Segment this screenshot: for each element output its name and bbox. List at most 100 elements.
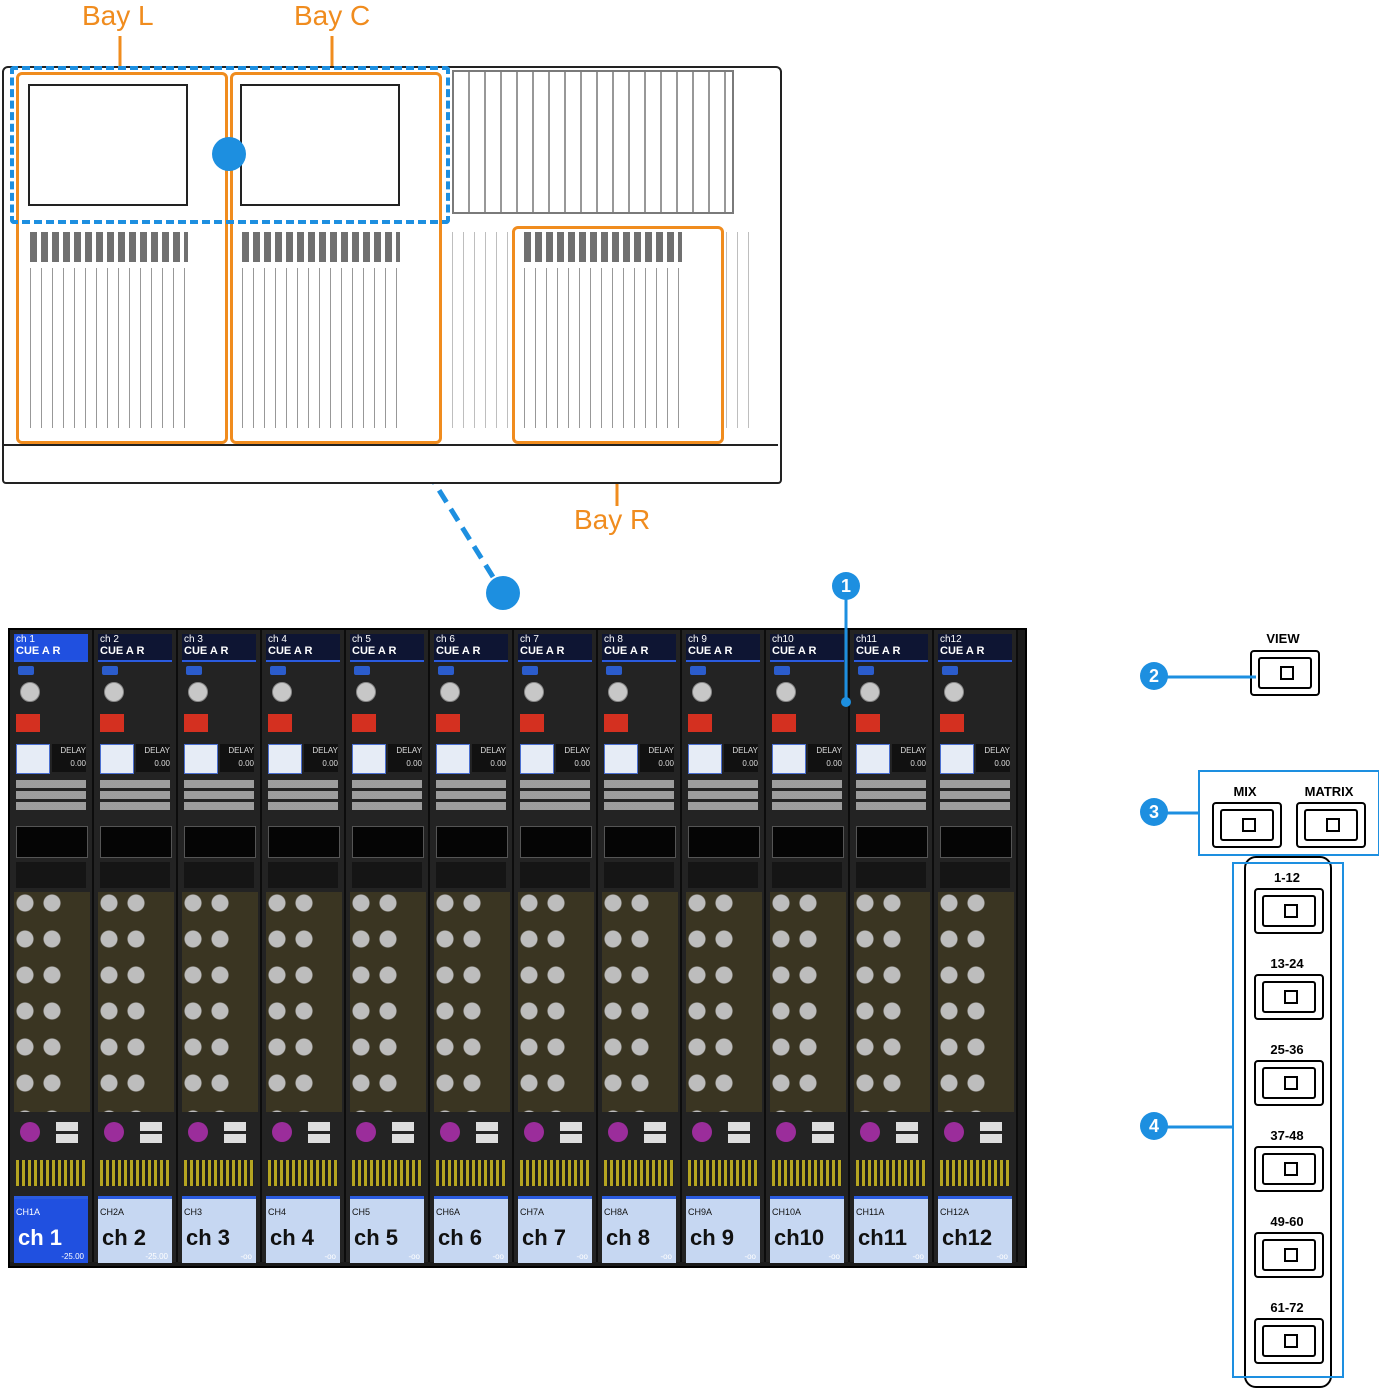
send-knobs[interactable] — [182, 892, 258, 1112]
view-key[interactable] — [1250, 650, 1320, 696]
dynamics-meter[interactable] — [940, 862, 1010, 888]
channel-header[interactable]: ch 7 CUE A R — [518, 634, 592, 662]
gain-knob[interactable] — [272, 682, 292, 702]
send-knobs[interactable] — [14, 892, 90, 1112]
channel-name-field[interactable]: CH6A ch 6 -oo — [434, 1196, 508, 1263]
bank-key[interactable] — [1254, 1060, 1324, 1106]
send-knobs[interactable] — [350, 892, 426, 1112]
gain-knob[interactable] — [20, 682, 40, 702]
gain-knob[interactable] — [692, 682, 712, 702]
channel-header[interactable]: ch 8 CUE A R — [602, 634, 676, 662]
insert-field[interactable] — [184, 780, 254, 812]
insert-field[interactable] — [604, 780, 674, 812]
bank-key[interactable] — [1254, 974, 1324, 1020]
insert-field[interactable] — [100, 780, 170, 812]
bank-key[interactable] — [1254, 1232, 1324, 1278]
channel-header[interactable]: ch 6 CUE A R — [434, 634, 508, 662]
dynamics-meter[interactable] — [184, 862, 254, 888]
send-knobs[interactable] — [518, 892, 594, 1112]
hpf-eq-icon[interactable] — [856, 744, 890, 774]
gain-knob[interactable] — [440, 682, 460, 702]
send-knobs[interactable] — [98, 892, 174, 1112]
delay-field[interactable]: DELAY 0.00 — [808, 744, 842, 772]
delay-field[interactable]: DELAY 0.00 — [640, 744, 674, 772]
pan-knob[interactable] — [524, 1122, 544, 1142]
channel-header[interactable]: ch 2 CUE A R — [98, 634, 172, 662]
channel-header[interactable]: ch 9 CUE A R — [686, 634, 760, 662]
send-knobs[interactable] — [686, 892, 762, 1112]
pan-knob[interactable] — [776, 1122, 796, 1142]
channel-strip[interactable]: ch 4 CUE A R DELAY 0.00 CH4 ch 4 -oo — [262, 630, 346, 1263]
ab-select[interactable] — [476, 1122, 498, 1144]
gain-knob[interactable] — [608, 682, 628, 702]
insert-field[interactable] — [436, 780, 506, 812]
pan-knob[interactable] — [356, 1122, 376, 1142]
channel-header[interactable]: ch 5 CUE A R — [350, 634, 424, 662]
pan-knob[interactable] — [692, 1122, 712, 1142]
channel-header[interactable]: ch12 CUE A R — [938, 634, 1012, 662]
channel-strip[interactable]: ch 3 CUE A R DELAY 0.00 CH3 ch 3 -oo — [178, 630, 262, 1263]
dynamics-meter[interactable] — [352, 862, 422, 888]
eq-graph[interactable] — [772, 826, 844, 858]
channel-strip[interactable]: ch 8 CUE A R DELAY 0.00 CH8A ch 8 -oo — [598, 630, 682, 1263]
channel-strip[interactable]: ch12 CUE A R DELAY 0.00 CH12A ch12 -oo — [934, 630, 1018, 1263]
pan-knob[interactable] — [440, 1122, 460, 1142]
channel-name-field[interactable]: CH12A ch12 -oo — [938, 1196, 1012, 1263]
channel-header[interactable]: ch 3 CUE A R — [182, 634, 256, 662]
insert-field[interactable] — [520, 780, 590, 812]
hpf-eq-icon[interactable] — [436, 744, 470, 774]
eq-graph[interactable] — [436, 826, 508, 858]
bank-key[interactable] — [1254, 888, 1324, 934]
matrix-key[interactable] — [1296, 802, 1366, 848]
channel-name-field[interactable]: CH3 ch 3 -oo — [182, 1196, 256, 1263]
eq-graph[interactable] — [604, 826, 676, 858]
dynamics-meter[interactable] — [520, 862, 590, 888]
channel-name-field[interactable]: CH1A ch 1 -25.00 — [14, 1196, 88, 1263]
phantom-indicator[interactable] — [772, 714, 796, 732]
bank-key[interactable] — [1254, 1318, 1324, 1364]
send-knobs[interactable] — [770, 892, 846, 1112]
channel-name-field[interactable]: CH10A ch10 -oo — [770, 1196, 844, 1263]
dynamics-meter[interactable] — [16, 862, 86, 888]
ab-select[interactable] — [980, 1122, 1002, 1144]
channel-strip[interactable]: ch 9 CUE A R DELAY 0.00 CH9A ch 9 -oo — [682, 630, 766, 1263]
phantom-indicator[interactable] — [100, 714, 124, 732]
hpf-eq-icon[interactable] — [940, 744, 974, 774]
dynamics-meter[interactable] — [772, 862, 842, 888]
delay-field[interactable]: DELAY 0.00 — [976, 744, 1010, 772]
ab-select[interactable] — [392, 1122, 414, 1144]
eq-graph[interactable] — [100, 826, 172, 858]
eq-graph[interactable] — [16, 826, 88, 858]
channel-strip[interactable]: ch 1 CUE A R DELAY 0.00 CH1A ch 1 -25.00 — [10, 630, 94, 1263]
insert-field[interactable] — [688, 780, 758, 812]
pan-knob[interactable] — [944, 1122, 964, 1142]
phantom-indicator[interactable] — [604, 714, 628, 732]
channel-header[interactable]: ch11 CUE A R — [854, 634, 928, 662]
send-knobs[interactable] — [938, 892, 1014, 1112]
bank-key[interactable] — [1254, 1146, 1324, 1192]
pan-knob[interactable] — [608, 1122, 628, 1142]
insert-field[interactable] — [940, 780, 1010, 812]
phantom-indicator[interactable] — [184, 714, 208, 732]
phantom-indicator[interactable] — [940, 714, 964, 732]
ab-select[interactable] — [644, 1122, 666, 1144]
ab-select[interactable] — [140, 1122, 162, 1144]
channel-name-field[interactable]: CH11A ch11 -oo — [854, 1196, 928, 1263]
eq-graph[interactable] — [184, 826, 256, 858]
phantom-indicator[interactable] — [436, 714, 460, 732]
delay-field[interactable]: DELAY 0.00 — [724, 744, 758, 772]
hpf-eq-icon[interactable] — [604, 744, 638, 774]
eq-graph[interactable] — [856, 826, 928, 858]
dynamics-meter[interactable] — [688, 862, 758, 888]
insert-field[interactable] — [16, 780, 86, 812]
insert-field[interactable] — [772, 780, 842, 812]
dynamics-meter[interactable] — [436, 862, 506, 888]
gain-knob[interactable] — [860, 682, 880, 702]
phantom-indicator[interactable] — [688, 714, 712, 732]
ab-select[interactable] — [308, 1122, 330, 1144]
dynamics-meter[interactable] — [604, 862, 674, 888]
send-knobs[interactable] — [434, 892, 510, 1112]
channel-header[interactable]: ch 4 CUE A R — [266, 634, 340, 662]
delay-field[interactable]: DELAY 0.00 — [304, 744, 338, 772]
delay-field[interactable]: DELAY 0.00 — [388, 744, 422, 772]
